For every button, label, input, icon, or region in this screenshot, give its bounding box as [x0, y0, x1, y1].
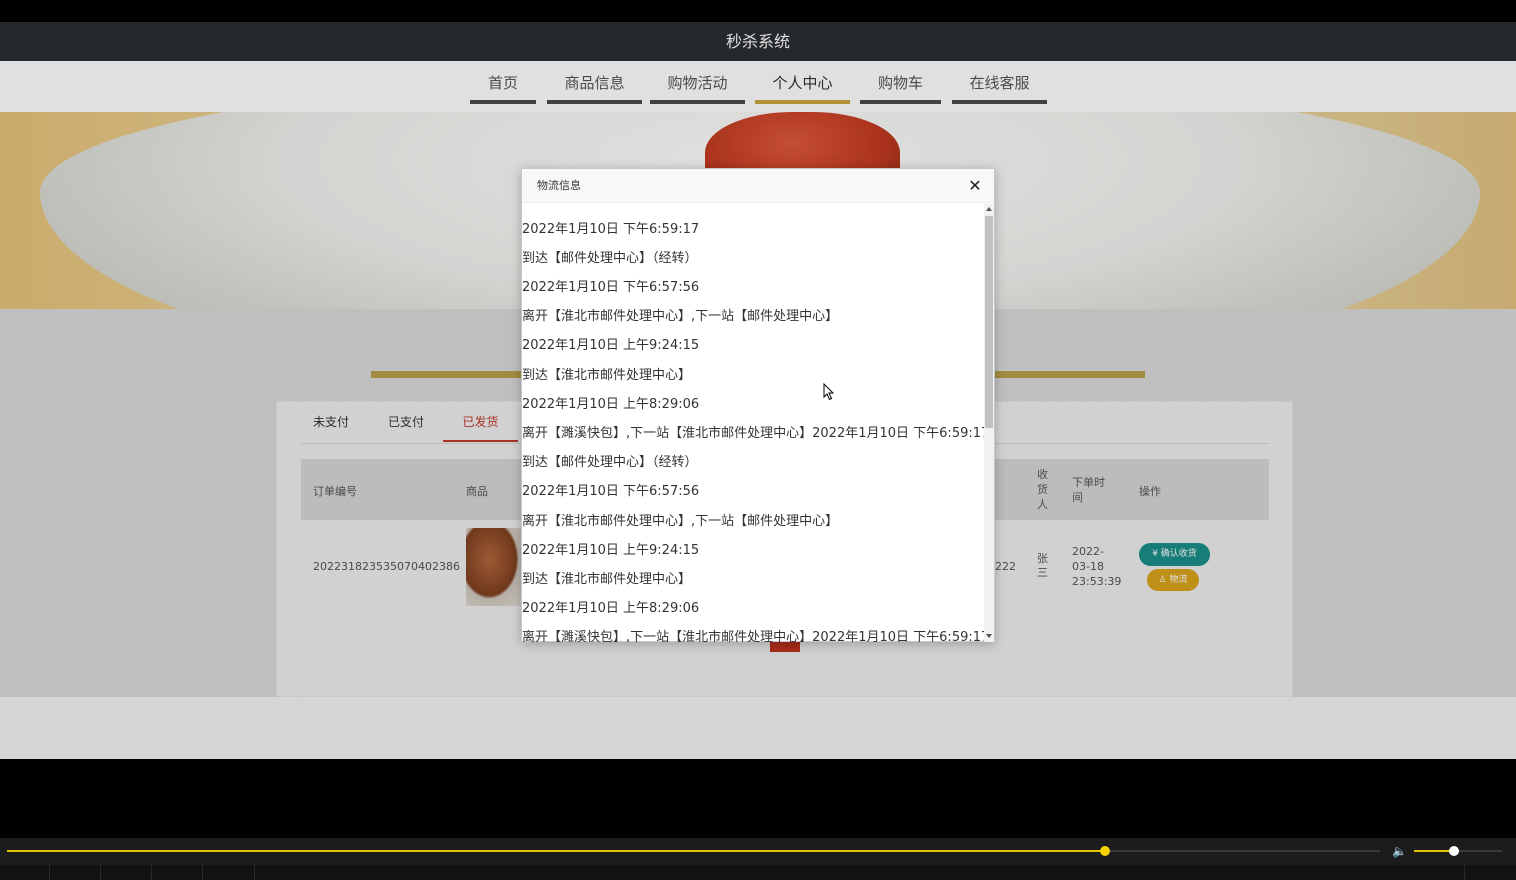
logistics-line: 2022年1月10日 上午9:24:15 [522, 543, 700, 558]
web-page: 秒杀系统 首页 商品信息 购物活动 个人中心 购物车 在线客服 未支付 已支付 … [0, 22, 1516, 759]
video-player-controls: 🔈 [0, 838, 1516, 880]
screen: 秒杀系统 首页 商品信息 购物活动 个人中心 购物车 在线客服 未支付 已支付 … [0, 0, 1516, 880]
logistics-line: 2022年1月10日 上午8:29:06 [522, 601, 700, 616]
logistics-line: 离开【淮北市邮件处理中心】,下一站【邮件处理中心】 [522, 309, 839, 324]
logistics-line: 2022年1月10日 下午6:57:56 [522, 484, 700, 499]
logistics-line: 离开【淮北市邮件处理中心】,下一站【邮件处理中心】 [522, 514, 839, 529]
player-toolbar [0, 865, 1516, 880]
modal-title: 物流信息 [537, 179, 581, 192]
logistics-line: 到达【淮北市邮件处理中心】 [522, 572, 692, 587]
progress-handle[interactable] [1100, 846, 1111, 856]
modal-scrollbar[interactable] [984, 204, 994, 642]
toolbar-slot[interactable] [50, 865, 101, 880]
scroll-up-arrow-icon[interactable] [986, 207, 992, 211]
toolbar-slot[interactable] [101, 865, 152, 880]
toolbar-slot[interactable] [203, 865, 255, 880]
logistics-list[interactable]: 2022年1月10日 下午6:59:17 到达【邮件处理中心】（经转） 2022… [522, 204, 984, 642]
volume-handle[interactable] [1448, 846, 1459, 856]
logistics-modal: 物流信息 ✕ 2022年1月10日 下午6:59:17 到达【邮件处理中心】（经… [521, 168, 995, 642]
modal-header: 物流信息 ✕ [522, 169, 994, 203]
scrollbar-thumb[interactable] [985, 216, 993, 428]
logistics-line: 到达【邮件处理中心】（经转） [522, 455, 698, 470]
logistics-line: 离开【濉溪快包】,下一站【淮北市邮件处理中心】2022年1月10日 下午6:59… [522, 426, 984, 441]
toolbar-slot[interactable] [0, 865, 50, 880]
logistics-line: 到达【淮北市邮件处理中心】 [522, 368, 692, 383]
scroll-down-arrow-icon[interactable] [986, 634, 992, 638]
progress-track[interactable] [7, 846, 1380, 856]
logistics-line: 2022年1月10日 上午8:29:06 [522, 397, 700, 412]
close-icon[interactable]: ✕ [966, 177, 984, 195]
logistics-line: 2022年1月10日 下午6:57:56 [522, 280, 700, 295]
volume-slider[interactable] [1414, 846, 1502, 856]
logistics-line: 到达【邮件处理中心】（经转） [522, 251, 698, 266]
volume-icon[interactable]: 🔈 [1392, 844, 1408, 858]
toolbar-slot[interactable] [152, 865, 203, 880]
progress-fill [7, 850, 1106, 852]
logistics-line: 2022年1月10日 下午6:59:17 [522, 222, 700, 237]
volume-fill [1414, 850, 1454, 852]
logistics-line: 2022年1月10日 上午9:24:15 [522, 338, 700, 353]
logistics-line: 离开【濉溪快包】,下一站【淮北市邮件处理中心】2022年1月10日 下午6:59… [522, 630, 984, 642]
mouse-cursor-icon [823, 383, 835, 401]
toolbar-slot[interactable] [1464, 865, 1516, 880]
